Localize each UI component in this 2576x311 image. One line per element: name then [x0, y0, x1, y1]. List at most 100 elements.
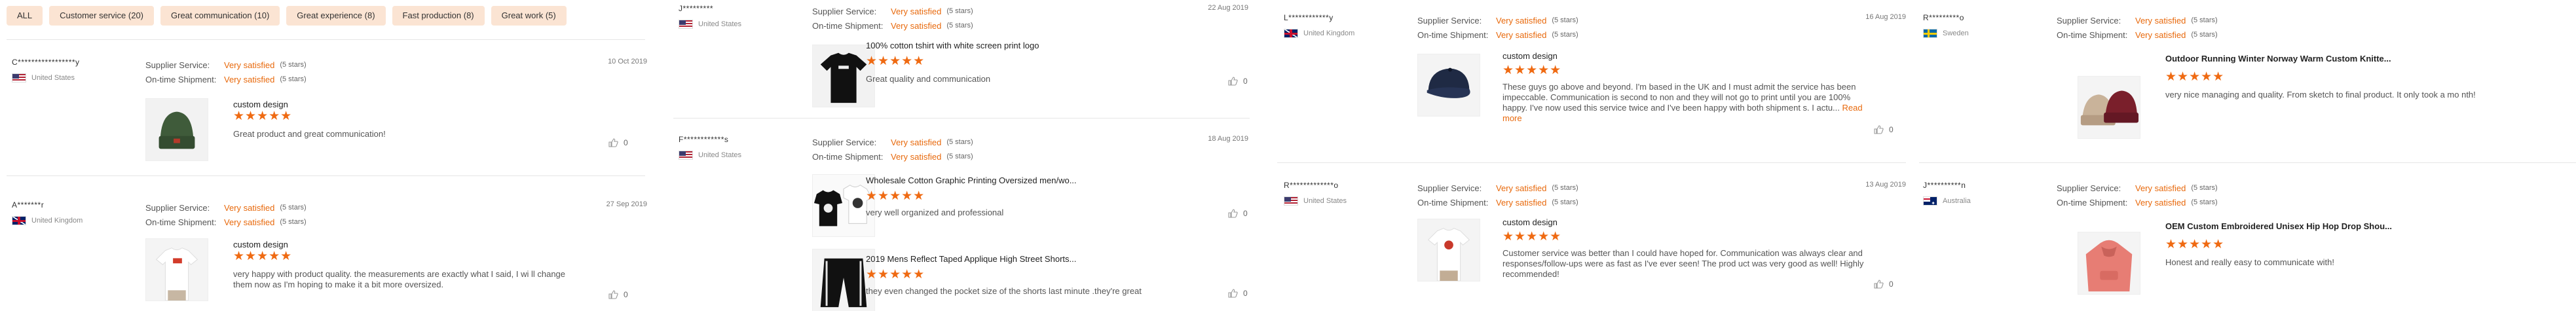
product-rating-stars: ★★★★★	[866, 268, 925, 282]
reviewer-name: A*******r	[12, 200, 45, 210]
filter-chip-fast-production[interactable]: Fast production (8)	[392, 6, 485, 26]
on-time-shipment-rating: On-time Shipment: Very satisfied (5 star…	[812, 18, 1248, 33]
reviewer-name: R*************o	[1284, 181, 1339, 190]
on-time-shipment-label: On-time Shipment:	[1417, 197, 1489, 208]
reviewer-country: Sweden	[1923, 29, 2047, 38]
us-flag-icon	[679, 151, 693, 160]
filter-chip-all[interactable]: ALL	[7, 6, 43, 26]
product-title[interactable]: 2019 Mens Reflect Taped Applique High St…	[866, 254, 1193, 264]
on-time-shipment-stars: (5 stars)	[2191, 31, 2218, 39]
supplier-service-value: Very satisfied	[891, 137, 942, 147]
country-label: United States	[1303, 197, 1347, 205]
product-image[interactable]	[145, 238, 208, 301]
product-image[interactable]	[145, 98, 208, 161]
product-title[interactable]: Outdoor Running Winter Norway Warm Custo…	[2165, 54, 2532, 64]
supplier-service-stars: (5 stars)	[946, 7, 973, 15]
helpful-count: 0	[1889, 125, 1894, 134]
supplier-service-stars: (5 stars)	[1552, 184, 1578, 192]
product-rating-stars: ★★★★★	[866, 54, 925, 68]
helpful-button[interactable]: 0	[1873, 279, 1894, 289]
review-date: 13 Aug 2019	[1865, 181, 1906, 189]
thumbs-up-icon	[1228, 77, 1238, 86]
helpful-button[interactable]: 0	[608, 289, 628, 300]
filter-chip-customer-service[interactable]: Customer service (20)	[49, 6, 155, 26]
review-date: 22 Aug 2019	[1208, 4, 1248, 12]
supplier-service-value: Very satisfied	[891, 6, 942, 16]
reviews-panel-3: L************y United Kingdom Supplier S…	[1271, 0, 1913, 311]
product-image[interactable]	[1417, 54, 1480, 117]
on-time-shipment-value: Very satisfied	[891, 20, 942, 31]
product-title[interactable]: custom design	[1503, 217, 1869, 227]
supplier-service-label: Supplier Service:	[1417, 183, 1482, 193]
on-time-shipment-value: Very satisfied	[1496, 29, 1547, 40]
country-label: United Kingdom	[31, 217, 83, 225]
product-title[interactable]: custom design	[1503, 51, 1869, 61]
on-time-shipment-stars: (5 stars)	[280, 218, 307, 226]
reviewer-country: United Kingdom	[1284, 29, 1408, 38]
filter-chip-great-communication[interactable]: Great communication (10)	[160, 6, 280, 26]
uk-flag-icon	[12, 216, 26, 225]
helpful-button[interactable]: 0	[1227, 288, 1248, 299]
on-time-shipment-label: On-time Shipment:	[812, 20, 884, 31]
on-time-shipment-label: On-time Shipment:	[145, 74, 217, 84]
reviewer-name: F************s	[679, 135, 729, 144]
tshirt-white-print-icon	[1418, 219, 1480, 281]
beanie-green-icon	[146, 99, 208, 160]
thumbs-up-icon	[1228, 289, 1238, 298]
product-rating-stars: ★★★★★	[2165, 70, 2225, 84]
product-title[interactable]: custom design	[233, 100, 639, 109]
cap-navy-icon	[1418, 54, 1480, 116]
on-time-shipment-label: On-time Shipment:	[2057, 29, 2128, 40]
helpful-button[interactable]: 0	[608, 137, 628, 148]
review-item: R*********o Sweden Supplier Service: Ver…	[1923, 13, 2571, 144]
supplier-service-value: Very satisfied	[224, 202, 275, 213]
review-date: 27 Sep 2019	[606, 200, 647, 208]
supplier-service-label: Supplier Service:	[145, 202, 210, 213]
supplier-service-rating: Supplier Service: Very satisfied (5 star…	[1417, 13, 1906, 27]
supplier-service-value: Very satisfied	[1496, 183, 1547, 193]
reviews-panel-2: J********* United States Supplier Servic…	[667, 0, 1256, 311]
reviewer-country: United States	[679, 151, 803, 160]
supplier-service-value: Very satisfied	[224, 60, 275, 70]
review-text: Honest and really easy to communicate wi…	[2165, 257, 2334, 267]
supplier-service-rating: Supplier Service: Very satisfied (5 star…	[2057, 13, 2567, 27]
product-title[interactable]: custom design	[233, 240, 574, 249]
on-time-shipment-value: Very satisfied	[891, 151, 942, 162]
review-item: R*************o United States Supplier S…	[1284, 181, 1906, 305]
product-title[interactable]: OEM Custom Embroidered Unisex Hip Hop Dr…	[2165, 221, 2532, 231]
country-label: United States	[698, 151, 742, 159]
reviewer-country: United States	[12, 73, 136, 82]
tshirt-black-icon	[813, 45, 874, 107]
supplier-service-rating: Supplier Service: Very satisfied (5 star…	[812, 4, 1248, 18]
product-title[interactable]: 100% cotton tshirt with white screen pri…	[866, 41, 1193, 50]
helpful-count: 0	[1889, 280, 1894, 289]
on-time-shipment-rating: On-time Shipment: Very satisfied (5 star…	[145, 72, 647, 86]
tshirt-pair-graphic-icon	[813, 175, 874, 236]
product-rating-stars: ★★★★★	[2165, 238, 2225, 251]
product-image[interactable]	[2078, 232, 2140, 295]
thumbs-up-icon	[1874, 125, 1884, 134]
review-item: A*******r United Kingdom Supplier Servic…	[12, 200, 647, 311]
helpful-button[interactable]: 0	[1873, 124, 1894, 135]
country-label: Sweden	[1943, 29, 1969, 37]
review-text: very happy with product quality. the mea…	[233, 269, 566, 289]
review-text: very nice managing and quality. From ske…	[2165, 90, 2476, 100]
supplier-service-label: Supplier Service:	[1417, 15, 1482, 26]
filter-chip-great-work[interactable]: Great work (5)	[491, 6, 567, 26]
on-time-shipment-rating: On-time Shipment: Very satisfied (5 star…	[812, 149, 1248, 164]
product-title[interactable]: Wholesale Cotton Graphic Printing Oversi…	[866, 175, 1193, 185]
product-image[interactable]	[1417, 219, 1480, 282]
reviewer-name: C*****************y	[12, 58, 80, 67]
thumbs-up-icon	[608, 138, 618, 147]
supplier-service-rating: Supplier Service: Very satisfied (5 star…	[1417, 181, 1906, 195]
thumbs-up-icon	[1874, 280, 1884, 289]
on-time-shipment-label: On-time Shipment:	[812, 151, 884, 162]
us-flag-icon	[1284, 196, 1298, 206]
country-label: Australia	[1943, 197, 1971, 205]
helpful-button[interactable]: 0	[1227, 76, 1248, 86]
helpful-button[interactable]: 0	[1227, 208, 1248, 219]
country-label: United Kingdom	[1303, 29, 1355, 37]
review-item: 2019 Mens Reflect Taped Applique High St…	[679, 246, 1248, 311]
product-image[interactable]	[2078, 76, 2140, 139]
filter-chip-great-experience[interactable]: Great experience (8)	[286, 6, 386, 26]
